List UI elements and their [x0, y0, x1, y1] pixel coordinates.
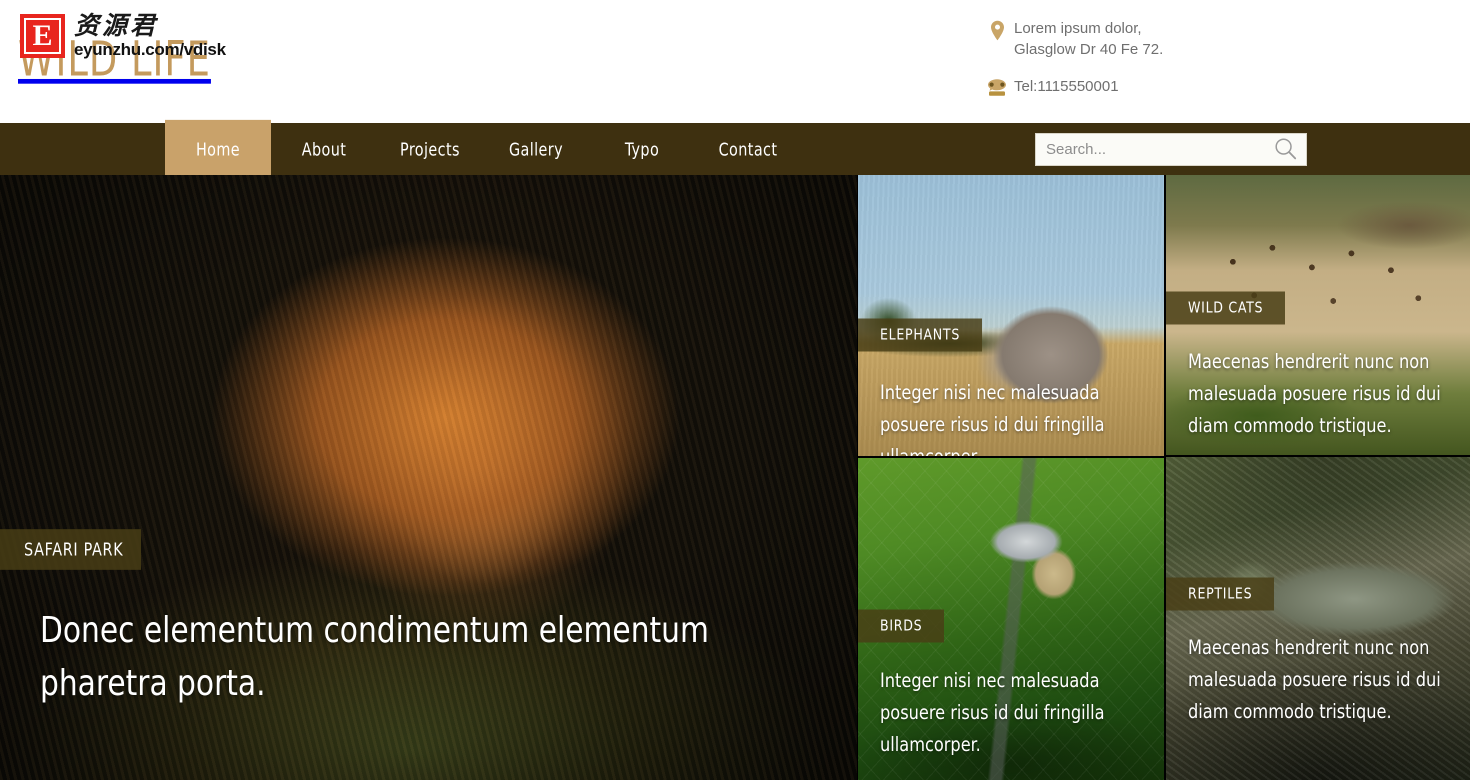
header-phone-text: Tel:1115550001 — [1014, 78, 1119, 95]
card-elephants[interactable]: ELEPHANTS Integer nisi nec malesuada pos… — [858, 175, 1164, 456]
header-address-text: Lorem ipsum dolor, Glasglow Dr 40 Fe 72. — [1014, 18, 1163, 60]
header-address-row: Lorem ipsum dolor, Glasglow Dr 40 Fe 72. — [980, 18, 1310, 60]
site-logo[interactable]: WILD LIFE — [18, 28, 211, 90]
card-tag-elephants: ELEPHANTS — [858, 318, 983, 352]
nav-item-contact[interactable]: Contact — [695, 120, 801, 178]
card-wild-cats[interactable]: WILD CATS Maecenas hendrerit nunc non ma… — [1166, 175, 1470, 455]
card-description-elephants: Integer nisi nec malesuada posuere risus… — [880, 382, 1105, 456]
nav-item-about[interactable]: About — [271, 120, 377, 178]
map-pin-icon — [980, 18, 1014, 41]
right-column: WILD CATS Maecenas hendrerit nunc non ma… — [1166, 175, 1470, 780]
search-submit-button[interactable] — [1264, 134, 1306, 165]
card-description-reptiles: Maecenas hendrerit nunc non malesuada po… — [1188, 637, 1441, 724]
nav-item-gallery[interactable]: Gallery — [483, 120, 589, 178]
address-line-2: Glasglow Dr 40 Fe 72. — [1014, 41, 1164, 58]
nav-item-typo[interactable]: Typo — [589, 120, 695, 178]
content-grid: SAFARI PARK Donec elementum condimentum … — [0, 175, 1470, 780]
card-tag-reptiles: REPTILES — [1166, 577, 1275, 611]
hero-title: Donec elementum condimentum elementum ph… — [40, 608, 709, 704]
card-reptiles[interactable]: REPTILES Maecenas hendrerit nunc non mal… — [1166, 457, 1470, 780]
nav-item-home[interactable]: Home — [165, 119, 271, 179]
card-description-birds: Integer nisi nec malesuada posuere risus… — [880, 670, 1105, 757]
card-tag-birds: BIRDS — [858, 609, 945, 643]
main-navigation: Home About Projects Gallery Typo Contact — [0, 119, 1470, 179]
search-input[interactable] — [1036, 134, 1264, 165]
telephone-icon — [980, 76, 1014, 97]
hero-tag-label: SAFARI PARK — [0, 529, 142, 570]
header-phone-row: Tel:1115550001 — [980, 76, 1310, 97]
card-tag-wild-cats: WILD CATS — [1166, 291, 1286, 325]
hero-card-safari-park[interactable]: SAFARI PARK Donec elementum condimentum … — [0, 175, 857, 780]
nav-list: Home About Projects Gallery Typo Contact — [165, 119, 801, 179]
site-header: WILD LIFE E 资源君 eyunzhu.com/vdisk Lorem … — [0, 0, 1470, 123]
card-birds[interactable]: BIRDS Integer nisi nec malesuada posuere… — [858, 458, 1164, 780]
nav-item-projects[interactable]: Projects — [377, 120, 483, 178]
card-description-wild-cats: Maecenas hendrerit nunc non malesuada po… — [1188, 351, 1441, 438]
address-line-1: Lorem ipsum dolor, — [1014, 20, 1142, 37]
search-box[interactable] — [1035, 133, 1307, 166]
site-logo-text: WILD LIFE — [18, 30, 211, 87]
middle-column: ELEPHANTS Integer nisi nec malesuada pos… — [858, 175, 1164, 780]
header-contact-info: Lorem ipsum dolor, Glasglow Dr 40 Fe 72.… — [980, 18, 1310, 113]
iguana-photo — [1166, 457, 1470, 780]
magnifier-icon — [1274, 137, 1297, 163]
